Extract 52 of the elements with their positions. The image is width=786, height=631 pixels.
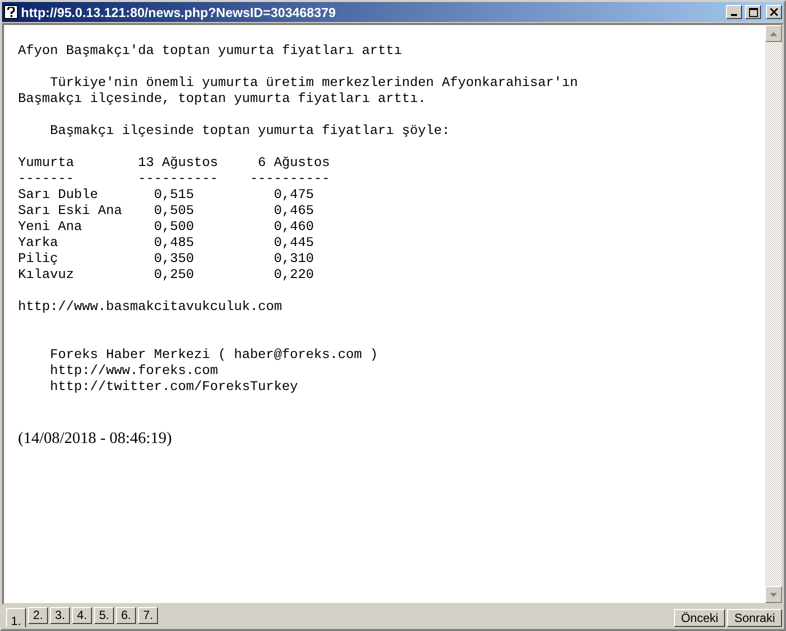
scrollbar[interactable] [765,25,782,603]
source-text: Foreks Haber Merkezi ( haber@foreks.com ) [50,348,378,363]
scroll-down-icon [770,592,777,596]
page-tab[interactable]: 5. [94,607,114,624]
table-cell: Sarı Duble [18,188,98,203]
table-cell: Yarka [18,236,58,251]
headline: Afyon Başmakçı'da toptan yumurta fiyatları arttı [18,44,402,59]
separator-dashes: ---------- [138,172,218,187]
table-cell: 0,445 [274,236,314,251]
link-text: http://www.basmakcitavukculuk.com [18,300,282,315]
table-cell: 0,310 [274,252,314,267]
table-cell: Sarı Eski Ana [18,204,122,219]
maximize-button[interactable] [745,5,761,19]
separator-dashes: ---------- [250,172,330,187]
next-button[interactable]: Sonraki [727,609,782,627]
page-tab[interactable]: 3. [50,607,70,624]
table-cell: Kılavuz [18,268,74,283]
column-header: 6 Ağustos [258,156,330,171]
minimize-button[interactable] [726,5,742,19]
close-button[interactable] [766,5,782,19]
timestamp: (14/08/2018 - 08:46:19) [18,430,173,448]
table-cell: 0,515 [154,188,194,203]
table-cell: 0,475 [274,188,314,203]
paragraph-line: Başmakçı ilçesinde, toptan yumurta fiyatları arttı. [18,92,426,107]
table-cell: 0,500 [154,220,194,235]
intro-text: Başmakçı ilçesinde toptan yumurta fiyatları şöyle: [50,124,450,139]
table-cell: Yeni Ana [18,220,82,235]
paragraph-line: Türkiye'nin önemli yumurta üretim merkezlerinden Afyonkarahisar'ın [50,76,578,91]
page-tab[interactable]: 6. [116,607,136,624]
previous-button[interactable]: Önceki [674,609,726,627]
table-cell: 0,460 [274,220,314,235]
table-cell: 0,485 [154,236,194,251]
help-icon [4,5,18,19]
table-cell: 0,350 [154,252,194,267]
page-tab[interactable]: 2. [28,607,48,624]
page-tab[interactable]: 4. [72,607,92,624]
table-cell: 0,505 [154,204,194,219]
table-cell: 0,220 [274,268,314,283]
separator-dashes: ------- [18,172,74,187]
page-tab[interactable]: 7. [138,607,158,624]
window-title: http://95.0.13.121:80/news.php?NewsID=303468379 [21,4,337,20]
scroll-up-icon [770,32,777,36]
table-cell: Piliç [18,252,58,267]
column-header: Yumurta [18,156,74,171]
table-cell: 0,465 [274,204,314,219]
table-cell: 0,250 [154,268,194,283]
maximize-icon [748,8,758,16]
close-icon [770,8,778,16]
column-header: 13 Ağustos [138,156,218,171]
link-text: http://www.foreks.com [50,364,218,379]
page-tab[interactable]: 1. [6,608,26,627]
link-text: http://twitter.com/ForeksTurkey [50,380,298,395]
